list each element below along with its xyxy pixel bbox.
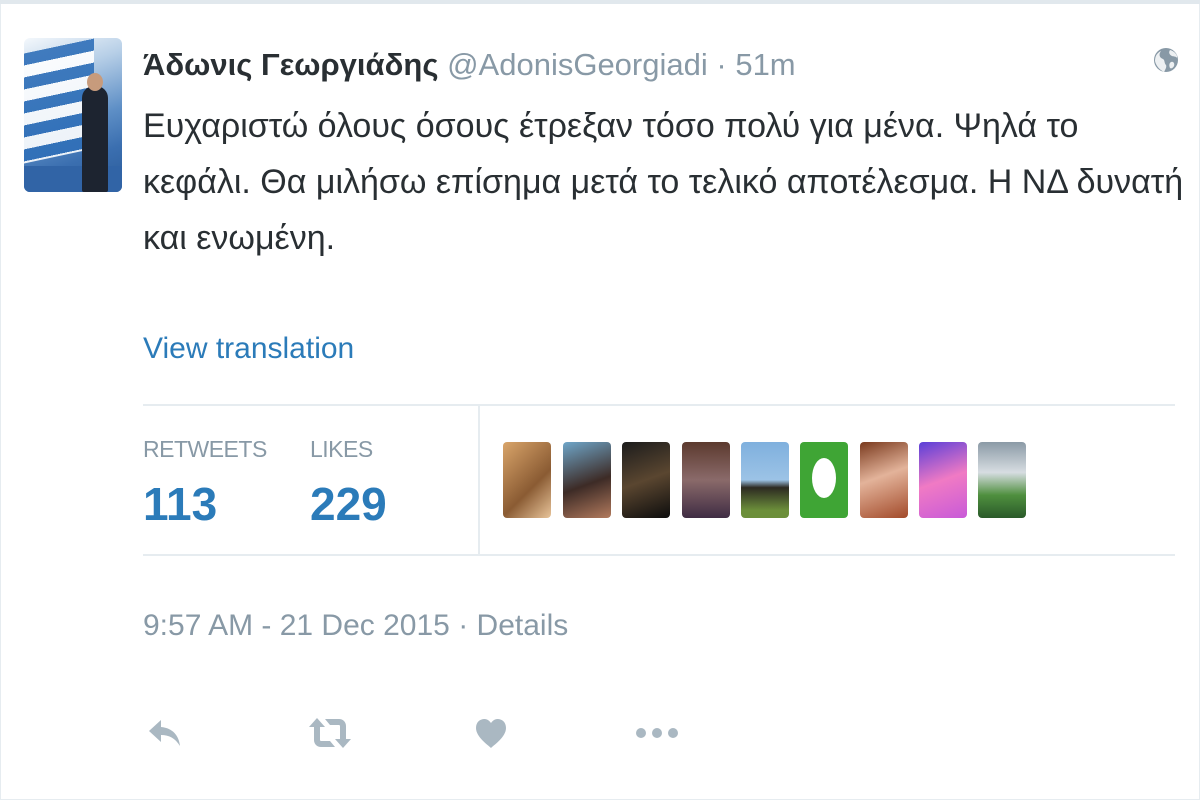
retweet-button[interactable]: [305, 708, 355, 758]
liker-avatar[interactable]: [503, 442, 551, 518]
view-translation-link[interactable]: View translation: [143, 332, 354, 366]
heart-icon: [476, 719, 506, 748]
details-link[interactable]: Details: [477, 609, 569, 642]
reply-icon: [149, 720, 180, 746]
likes-count[interactable]: 229: [310, 477, 387, 531]
author-handle[interactable]: @AdonisGeorgiadi: [447, 47, 708, 82]
timestamp-separator: ·: [458, 609, 469, 642]
avatar-head-image: [87, 73, 103, 91]
more-icon: [636, 728, 678, 738]
more-button[interactable]: [632, 708, 682, 758]
liker-avatar[interactable]: [741, 442, 789, 518]
likes-label[interactable]: LIKES: [310, 436, 373, 463]
retweets-label[interactable]: RETWEETS: [143, 436, 267, 463]
liker-avatar[interactable]: [978, 442, 1026, 518]
liker-avatar[interactable]: [860, 442, 908, 518]
liker-avatar[interactable]: [919, 442, 967, 518]
tweet-text: Ευχαριστώ όλους όσους έτρεξαν τόσο πολύ …: [143, 107, 1184, 257]
avatar-person-image: [82, 86, 108, 192]
liker-avatar[interactable]: [622, 442, 670, 518]
top-border: [0, 0, 1200, 4]
author-name[interactable]: Άδωνις Γεωργιάδης: [143, 47, 438, 82]
egg-icon: [812, 458, 836, 498]
liker-avatar[interactable]: [800, 442, 848, 518]
reply-button[interactable]: [140, 708, 190, 758]
tweet-header: Άδωνις Γεωργιάδης @AdonisGeorgiadi · 51m: [143, 45, 796, 85]
stats-divider-vertical: [478, 405, 480, 555]
stats-divider-top: [143, 404, 1175, 406]
like-button[interactable]: [466, 708, 516, 758]
tweet-timestamp-line: 9:57 AM - 21 Dec 2015 · Details: [143, 609, 568, 643]
retweets-count[interactable]: 113: [143, 477, 217, 531]
stats-divider-bottom: [143, 554, 1175, 556]
author-avatar[interactable]: [24, 38, 122, 192]
header-separator: ·: [716, 47, 727, 82]
retweet-icon: [309, 718, 351, 748]
tweet-timestamp[interactable]: 9:57 AM - 21 Dec 2015: [143, 609, 450, 642]
time-ago[interactable]: 51m: [735, 47, 795, 82]
globe-icon[interactable]: [1152, 46, 1180, 74]
liker-avatar[interactable]: [563, 442, 611, 518]
liker-avatar[interactable]: [682, 442, 730, 518]
